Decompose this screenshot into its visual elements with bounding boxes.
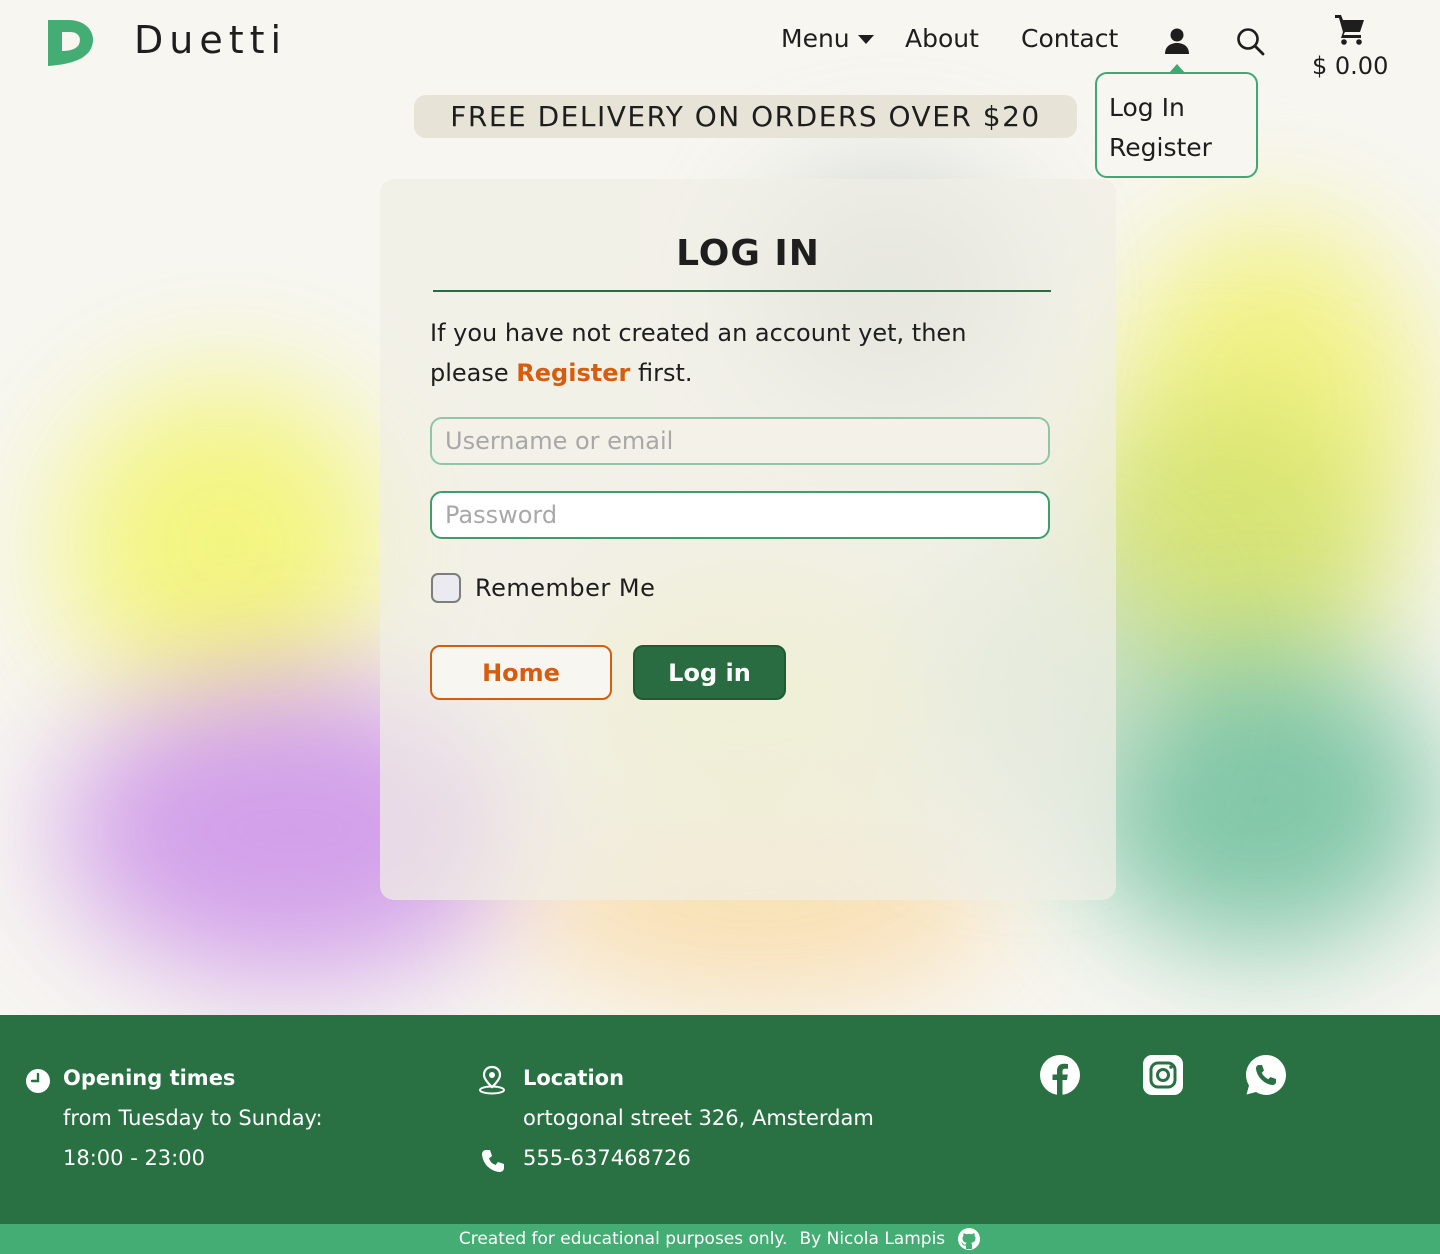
credit-text: Created for educational purposes only. xyxy=(458,1229,788,1249)
remember-checkbox[interactable] xyxy=(431,573,461,603)
background-blob xyxy=(60,380,390,710)
remember-me[interactable]: Remember Me xyxy=(431,573,655,603)
account-dropdown: Log In Register xyxy=(1095,72,1258,178)
location-address: ortogonal street 326, Amsterdam xyxy=(523,1106,874,1130)
search-icon[interactable] xyxy=(1235,26,1265,56)
remember-label: Remember Me xyxy=(475,574,656,602)
brand-name[interactable]: Duetti xyxy=(134,18,287,62)
location-title: Location xyxy=(523,1066,625,1090)
login-intro: If you have not created an account yet, … xyxy=(430,313,1050,393)
intro-text: If you have not created an account yet, … xyxy=(430,319,967,387)
register-link[interactable]: Register xyxy=(516,359,630,387)
github-icon[interactable] xyxy=(957,1227,981,1251)
nav-contact[interactable]: Contact xyxy=(1021,24,1118,53)
opening-days: from Tuesday to Sunday: xyxy=(63,1106,323,1130)
home-button[interactable]: Home xyxy=(430,645,612,700)
opening-times-title: Opening times xyxy=(63,1066,236,1090)
cart-icon[interactable] xyxy=(1333,12,1367,46)
nav-menu-label: Menu xyxy=(781,24,850,53)
opening-hours: 18:00 - 23:00 xyxy=(63,1146,205,1170)
credit-bar: Created for educational purposes only. B… xyxy=(0,1224,1440,1254)
user-icon[interactable] xyxy=(1162,26,1192,56)
title-divider xyxy=(433,290,1051,292)
whatsapp-icon[interactable] xyxy=(1245,1054,1287,1096)
dropdown-item-register[interactable]: Register xyxy=(1109,128,1256,168)
password-input[interactable] xyxy=(430,491,1050,539)
logo-icon[interactable] xyxy=(44,16,96,68)
login-card: LOG IN If you have not created an accoun… xyxy=(380,179,1116,900)
dropdown-item-login[interactable]: Log In xyxy=(1109,88,1256,128)
login-title: LOG IN xyxy=(676,233,820,274)
dropdown-pointer xyxy=(1169,64,1185,73)
location-pin-icon xyxy=(479,1065,505,1095)
nav-about[interactable]: About xyxy=(905,24,979,53)
facebook-icon[interactable] xyxy=(1039,1054,1081,1096)
location-phone[interactable]: 555-637468726 xyxy=(523,1146,691,1170)
login-button[interactable]: Log in xyxy=(633,645,786,700)
site-footer: Opening times from Tuesday to Sunday: 18… xyxy=(0,1015,1440,1224)
instagram-icon[interactable] xyxy=(1142,1054,1184,1096)
intro-text-end: first. xyxy=(630,359,693,387)
caret-down-icon xyxy=(857,35,874,44)
username-input[interactable] xyxy=(430,417,1050,465)
clock-icon xyxy=(26,1069,50,1093)
free-delivery-banner: FREE DELIVERY ON ORDERS OVER $20 xyxy=(414,95,1077,138)
nav-menu[interactable]: Menu xyxy=(781,24,874,53)
phone-icon xyxy=(482,1150,504,1172)
cart-total[interactable]: $ 0.00 xyxy=(1312,52,1388,80)
credit-author: By Nicola Lampis xyxy=(799,1229,946,1249)
